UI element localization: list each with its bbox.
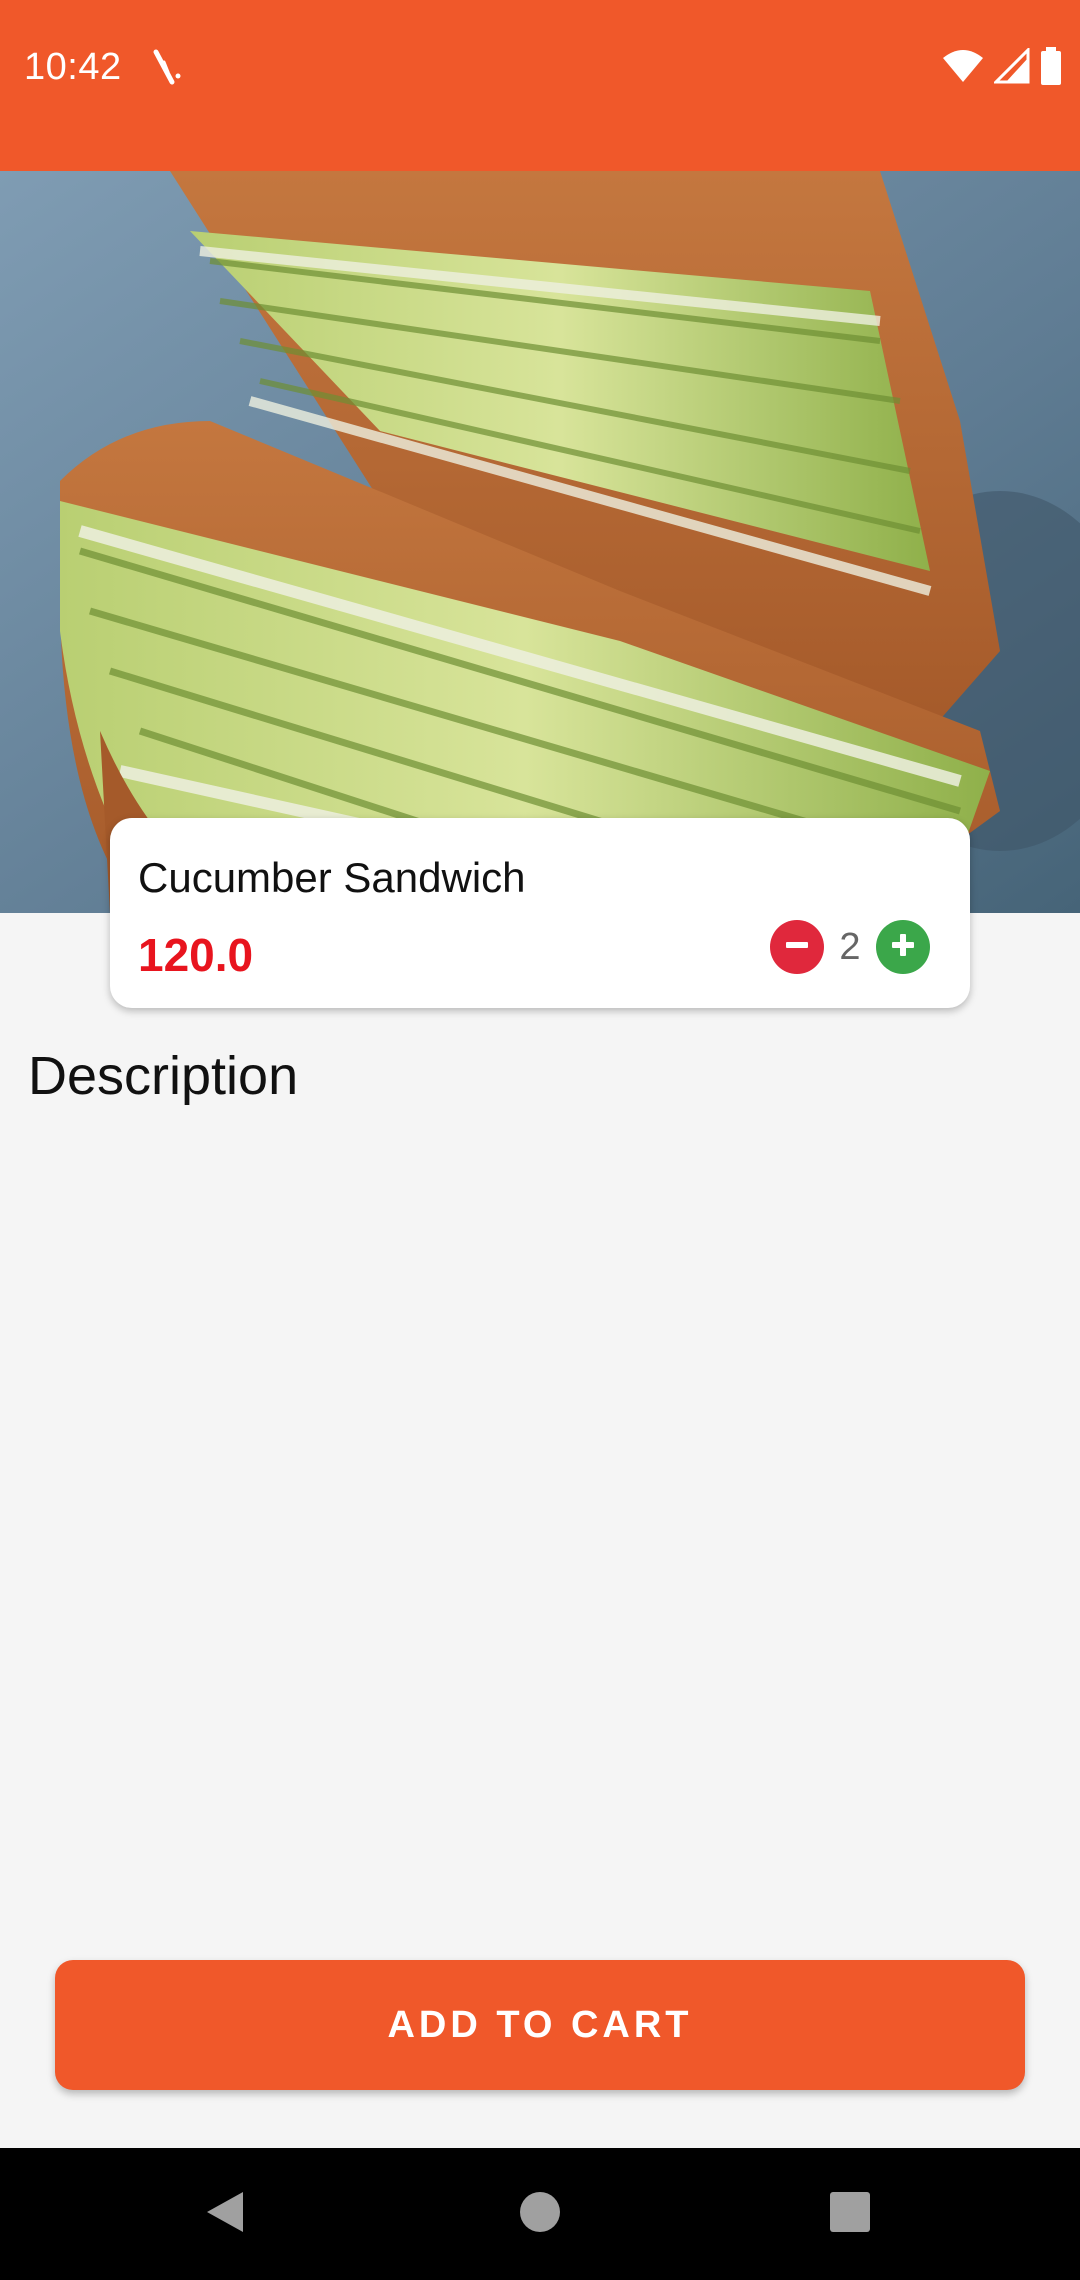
quantity-stepper: 2	[770, 918, 930, 976]
product-card: Cucumber Sandwich 120.0 2	[110, 818, 970, 1008]
recents-icon	[828, 2190, 872, 2239]
home-icon	[518, 2190, 562, 2239]
back-button[interactable]	[185, 2178, 265, 2250]
decrease-quantity-button[interactable]	[770, 920, 824, 974]
status-icons	[942, 45, 1062, 90]
cellular-signal-icon	[992, 45, 1030, 89]
recents-button[interactable]	[810, 2178, 890, 2250]
description-heading: Description	[28, 1046, 299, 1106]
product-image	[0, 171, 1080, 913]
wifi-icon	[942, 48, 984, 89]
quantity-value: 2	[839, 925, 861, 968]
plus-circle-icon	[888, 930, 918, 965]
product-price: 120.0	[138, 929, 254, 981]
status-time: 10:42	[24, 46, 122, 88]
back-icon	[203, 2188, 247, 2241]
increase-quantity-button[interactable]	[876, 920, 930, 974]
status-bar: 10:42	[0, 0, 1080, 171]
app-notification-icon	[150, 48, 186, 88]
home-button[interactable]	[500, 2178, 580, 2250]
add-to-cart-button[interactable]: ADD TO CART	[55, 1960, 1025, 2090]
battery-icon	[1040, 46, 1062, 90]
minus-circle-icon	[782, 930, 812, 965]
product-name: Cucumber Sandwich	[138, 854, 526, 901]
product-detail-screen: 10:42 Cucumber Sandwich 120.0 2 Descript…	[0, 0, 1080, 2280]
system-nav-bar	[0, 2148, 1080, 2280]
